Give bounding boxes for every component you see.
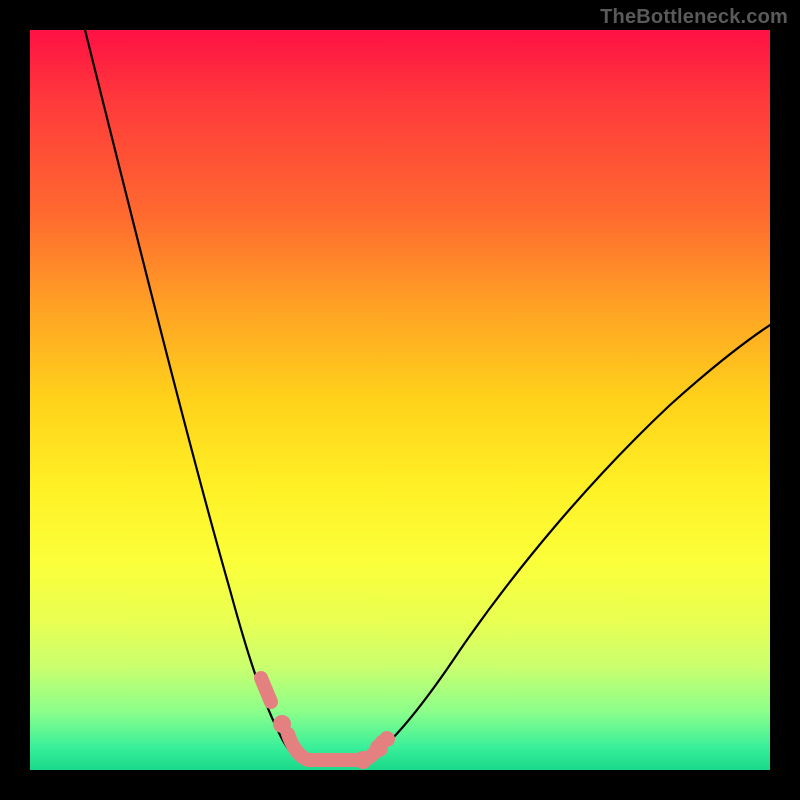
chart-frame: TheBottleneck.com — [0, 0, 800, 800]
highlight-dot-right2 — [379, 731, 395, 747]
curve-left — [85, 30, 298, 760]
plot-area — [30, 30, 770, 770]
curve-right — [368, 325, 770, 760]
highlight-dot-mid — [354, 751, 372, 769]
curve-layer — [30, 30, 770, 770]
highlight-left-dash — [261, 678, 271, 702]
watermark-text: TheBottleneck.com — [600, 6, 788, 29]
